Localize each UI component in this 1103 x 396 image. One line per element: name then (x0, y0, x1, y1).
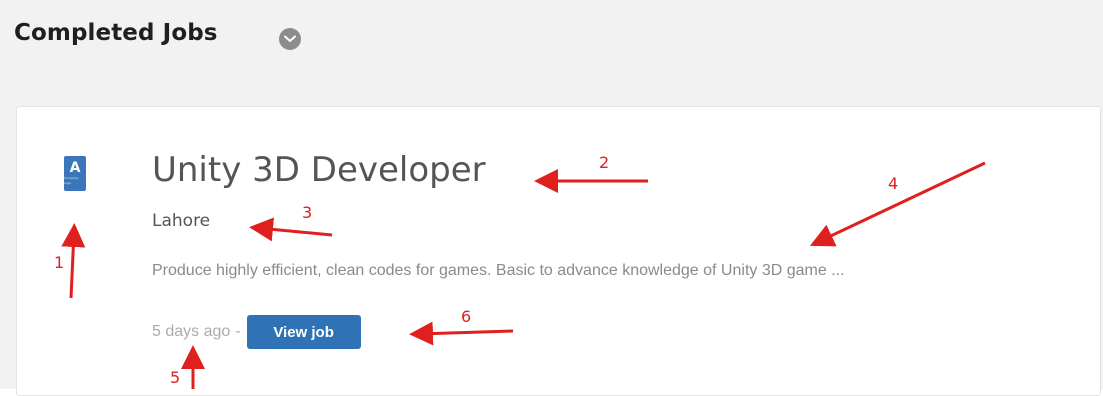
job-title: Unity 3D Developer (152, 150, 486, 190)
company-logo-letter: A (69, 160, 81, 176)
view-job-button[interactable]: View job (246, 315, 361, 349)
job-location: Lahore (152, 211, 211, 231)
collapse-toggle-button[interactable] (279, 28, 301, 50)
posted-time: 5 days ago (152, 323, 231, 340)
company-logo-subtext: Company Logo (64, 176, 79, 185)
section-title: Completed Jobs (14, 20, 218, 46)
section-header: Completed Jobs (0, 0, 1103, 90)
job-meta-row: 5 days ago - View job (152, 315, 361, 349)
meta-separator: - (235, 323, 241, 340)
company-logo: A Company Logo (64, 156, 86, 191)
job-description: Produce highly efficient, clean codes fo… (152, 262, 845, 279)
chevron-down-icon (284, 35, 296, 42)
